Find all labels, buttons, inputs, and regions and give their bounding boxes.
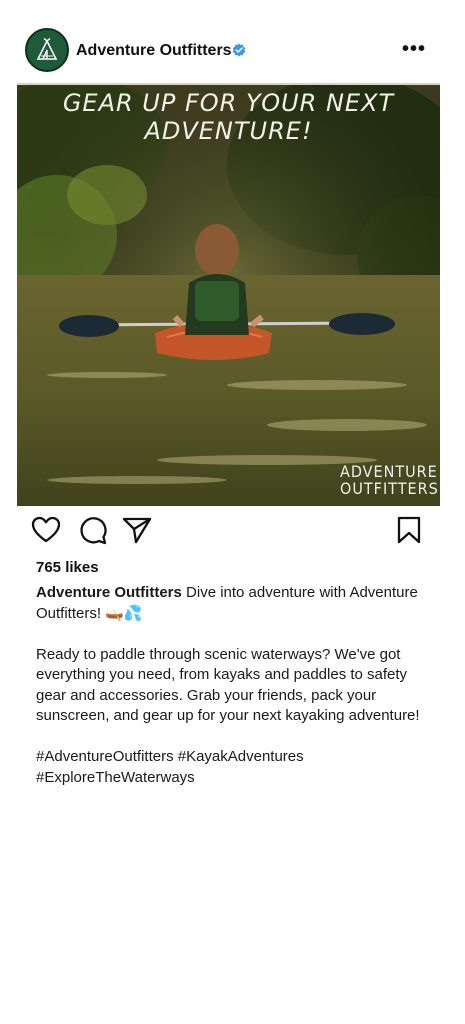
image-headline: GEAR UP FOR YOUR NEXT ADVENTURE! [62,89,395,145]
action-bar [0,514,465,548]
verified-badge-icon [232,43,246,57]
caption-body: Ready to paddle through scenic waterways… [36,645,420,725]
likes-count[interactable]: 765 likes [36,559,99,576]
kayaker-photo [17,85,440,506]
post-caption: Adventure Outfitters Dive into adventure… [36,583,431,788]
caption-hashtags[interactable]: #AdventureOutfitters #KayakAdventures #E… [36,747,431,788]
heart-icon[interactable] [30,514,62,546]
account-name[interactable]: Adventure Outfitters [76,42,232,60]
tent-logo-icon [36,38,58,60]
paper-plane-icon[interactable] [121,514,153,546]
post-header: Adventure Outfitters ••• [0,24,465,76]
comment-bubble-icon[interactable] [77,514,109,546]
account-avatar[interactable] [25,28,69,72]
caption-username[interactable]: Adventure Outfitters [36,584,182,601]
image-watermark: ADVENTURE OUTFITTERS [340,464,439,499]
bookmark-icon[interactable] [393,514,425,546]
post-image[interactable]: GEAR UP FOR YOUR NEXT ADVENTURE! ADVENTU… [17,83,440,506]
watermark-line-2: OUTFITTERS [340,479,439,499]
more-options-button[interactable]: ••• [402,38,426,61]
caption-first-line: Adventure Outfitters Dive into adventure… [36,583,431,624]
